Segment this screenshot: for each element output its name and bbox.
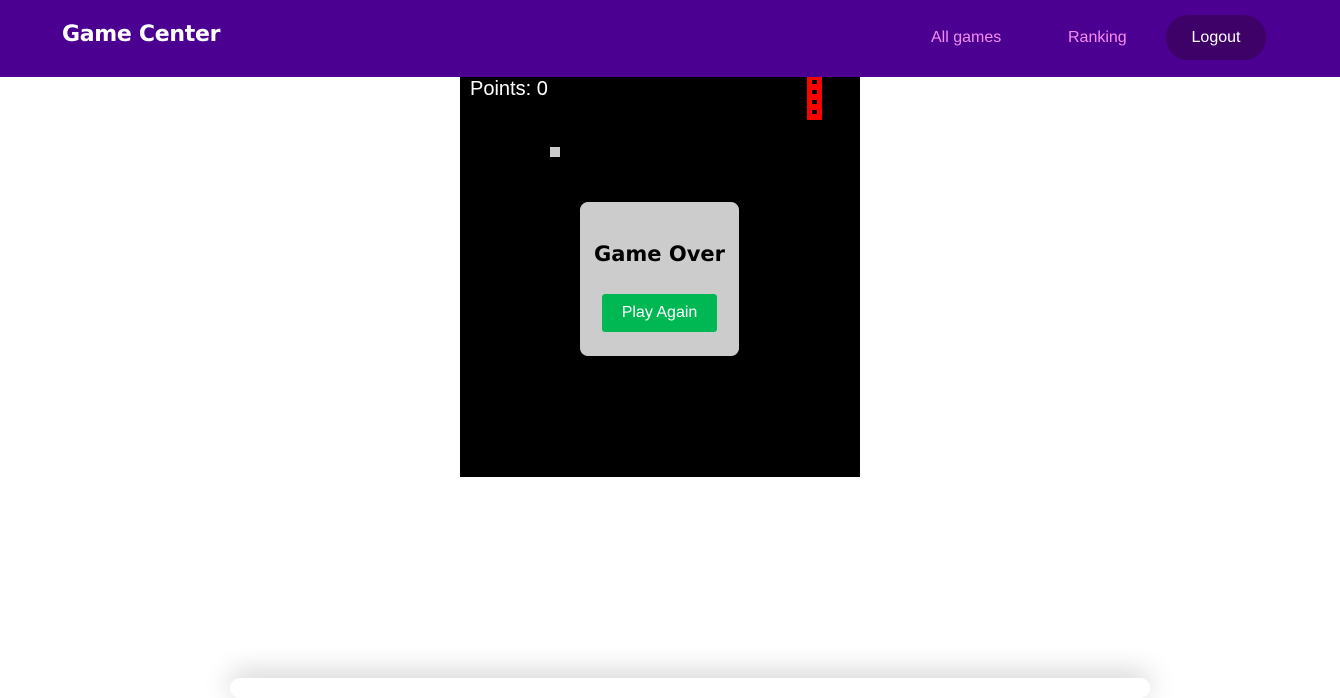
points-display: Points: 0 [470,78,548,100]
snake-segment [812,80,817,84]
game-over-title: Game Over [594,242,725,266]
game-over-dialog: Game Over Play Again [580,202,739,356]
snake-segment [812,90,817,94]
snake-segment [812,110,817,114]
bottom-panel [230,678,1150,698]
food-pellet [550,147,560,157]
play-again-button[interactable]: Play Again [602,294,717,332]
snake-segment [812,100,817,104]
logout-button[interactable]: Logout [1166,15,1266,60]
nav-ranking-link[interactable]: Ranking [1068,29,1127,47]
snake [807,77,822,120]
brand-logo[interactable]: Game Center [62,22,220,47]
top-navbar: Game Center All games Ranking Logout [0,0,1340,77]
game-board[interactable]: Points: 0 Game Over Play Again [460,77,860,477]
nav-all-games-link[interactable]: All games [931,29,1001,47]
